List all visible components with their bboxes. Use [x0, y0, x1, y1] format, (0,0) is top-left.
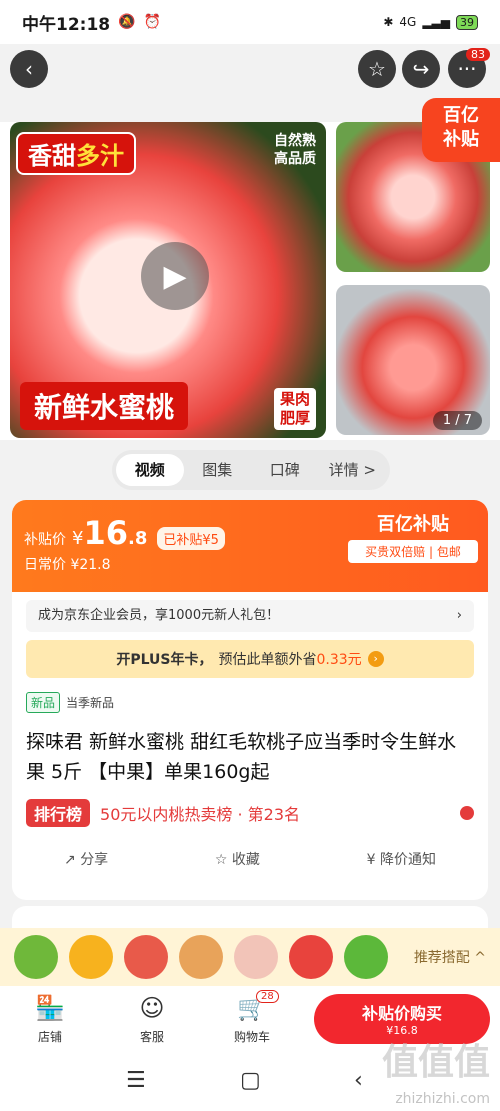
- reco-thumb[interactable]: [179, 935, 223, 979]
- fav-action[interactable]: ☆ 收藏: [215, 849, 260, 869]
- chevron-left-icon: ‹: [25, 57, 33, 81]
- brand-box[interactable]: 百亿补贴 买贵双倍赔 | 包邮: [348, 510, 478, 563]
- alarm-icon: ⏰: [143, 14, 161, 30]
- price-label: 补贴价: [24, 532, 66, 548]
- rank-badge: 排行榜: [26, 799, 91, 827]
- brand-title: 百亿补贴: [377, 514, 449, 535]
- subsidy-corner-badge: 百亿 补贴: [422, 98, 500, 162]
- plus-text: 预估此单额外省: [218, 652, 317, 668]
- play-icon: ▶: [163, 258, 187, 294]
- notify-action[interactable]: ¥ 降价通知: [367, 849, 436, 869]
- page-indicator: 1 / 7: [432, 411, 482, 430]
- more-badge: 83: [466, 48, 490, 61]
- reco-thumb[interactable]: [14, 935, 58, 979]
- back-button[interactable]: ‹: [10, 50, 48, 88]
- recommend-bar[interactable]: 推荐搭配 ^: [0, 928, 500, 986]
- plus-label: 开PLUS年卡，: [116, 652, 213, 668]
- chevron-right-icon: ›: [456, 608, 462, 623]
- battery-icon: 39: [456, 14, 478, 30]
- watermark-url: zhizhizhi.com: [395, 1091, 490, 1107]
- tab-details[interactable]: 详情 >: [319, 454, 387, 486]
- back-icon[interactable]: ‹: [354, 1068, 363, 1093]
- home-icon[interactable]: ▢: [240, 1068, 261, 1093]
- reco-label[interactable]: 推荐搭配 ^: [414, 947, 486, 967]
- rank-arrow-icon: [460, 806, 474, 820]
- watermark: 值值值: [381, 1042, 490, 1083]
- plus-amount: 0.33元: [316, 652, 362, 668]
- favorite-button[interactable]: ☆: [358, 50, 396, 88]
- member-banner[interactable]: 成为京东企业会员，享1000元新人礼包！ ›: [26, 600, 474, 632]
- star-icon: ☆: [368, 57, 386, 81]
- tab-gallery[interactable]: 图集: [184, 454, 252, 486]
- tag-flesh: 果肉 肥厚: [273, 388, 316, 430]
- status-bar: 中午12:18 🔕 ⏰ ✱ 4G ▂▃▅ 39: [0, 0, 500, 44]
- share-icon: ↪: [412, 57, 430, 81]
- cart-badge: 28: [256, 990, 279, 1003]
- member-text: 成为京东企业会员，享1000元新人礼包！: [38, 608, 280, 623]
- plus-arrow-icon: ›: [367, 651, 384, 667]
- price-card: 补贴价 ¥ 16 .8 已补贴¥5 日常价 ¥21.8 百亿补贴 买贵双倍赔 |…: [12, 500, 488, 900]
- mute-icon: 🔕: [118, 14, 136, 30]
- status-right: ✱ 4G ▂▃▅ 39: [383, 14, 478, 30]
- rank-row[interactable]: 排行榜 50元以内桃热卖榜 · 第23名: [26, 799, 474, 827]
- currency: ¥: [72, 528, 84, 549]
- tag-natural: 自然熟 高品质: [274, 133, 316, 167]
- brand-sub: 买贵双倍赔 | 包邮: [348, 540, 478, 563]
- image-gallery[interactable]: 香甜多汁 自然熟 高品质 ▶ 新鲜水蜜桃 果肉 肥厚 1 / 7: [0, 122, 500, 440]
- tag-fresh: 新鲜水蜜桃: [20, 382, 189, 430]
- tab-video[interactable]: 视频: [116, 454, 184, 486]
- new-badge: 新品: [26, 692, 61, 713]
- share-action[interactable]: ↗ 分享: [64, 849, 108, 869]
- reco-thumb[interactable]: [69, 935, 113, 979]
- chat-icon: ☺: [139, 994, 165, 1022]
- shop-icon: 🏪: [35, 994, 65, 1022]
- bluetooth-icon: ✱: [383, 15, 394, 29]
- shop-button[interactable]: 🏪 店铺: [20, 994, 80, 1045]
- service-button[interactable]: ☺ 客服: [122, 994, 182, 1045]
- tag-sweet: 香甜多汁: [16, 132, 136, 175]
- price-header: 补贴价 ¥ 16 .8 已补贴¥5 日常价 ¥21.8 百亿补贴 买贵双倍赔 |…: [12, 500, 488, 592]
- season-tag: 当季新品: [66, 696, 115, 710]
- reco-thumb[interactable]: [124, 935, 168, 979]
- signal-icon: ▂▃▅: [422, 15, 450, 29]
- price-dec: .8: [127, 528, 148, 549]
- rank-text: 50元以内桃热卖榜 · 第23名: [100, 805, 300, 824]
- reco-thumb[interactable]: [344, 935, 388, 979]
- reco-thumb[interactable]: [234, 935, 278, 979]
- product-title: 探味君 新鲜水蜜桃 甜红毛软桃子应当季时令生鲜水果 5斤 【中果】单果160g起: [26, 731, 457, 783]
- network-label: 4G: [399, 15, 417, 29]
- main-video-image[interactable]: 香甜多汁 自然熟 高品质 ▶ 新鲜水蜜桃 果肉 肥厚: [10, 122, 326, 438]
- status-time: 中午12:18: [22, 14, 111, 35]
- price-int: 16: [83, 514, 128, 552]
- share-button[interactable]: ↪: [402, 50, 440, 88]
- tab-reviews[interactable]: 口碑: [251, 454, 319, 486]
- plus-banner[interactable]: 开PLUS年卡， 预估此单额外省 0.33元 ›: [26, 640, 474, 678]
- cart-button[interactable]: 🛒 28 购物车: [222, 990, 282, 1045]
- play-button[interactable]: ▶: [141, 242, 209, 310]
- media-tabs: 视频 图集 口碑 详情 >: [112, 450, 390, 490]
- saved-badge: 已补贴¥5: [157, 527, 225, 550]
- menu-icon[interactable]: ☰: [126, 1068, 146, 1093]
- top-nav: ‹ ☆ ↪ ··· 83: [10, 48, 490, 90]
- reco-thumb[interactable]: [289, 935, 333, 979]
